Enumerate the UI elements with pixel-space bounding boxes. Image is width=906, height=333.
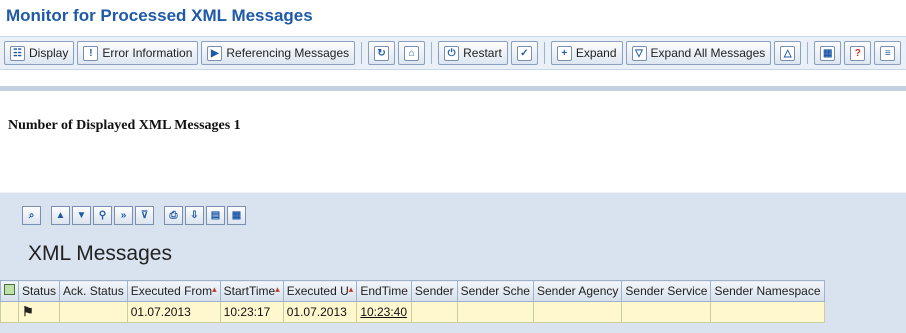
restart-button[interactable]: ⏻ Restart: [438, 41, 508, 65]
spreadsheet-icon[interactable]: ▤: [206, 205, 225, 225]
display-label: Display: [29, 46, 69, 60]
header-divider: [0, 86, 906, 91]
column-header-sender-namespace[interactable]: Sender Namespace: [710, 280, 825, 302]
page-title: Monitor for Processed XML Messages: [6, 6, 313, 25]
checkmark-button[interactable]: ✓: [510, 41, 538, 65]
referencing-messages-button[interactable]: ▶ Referencing Messages: [201, 41, 356, 65]
error-information-button[interactable]: ! Error Information: [77, 41, 199, 65]
message-count-text: Number of Displayed XML Messages 1: [8, 118, 241, 133]
help-button[interactable]: ?: [844, 41, 872, 65]
layout-icon: ▦: [820, 45, 836, 61]
column-label-executed-until: Executed U: [286, 284, 349, 298]
lock-button[interactable]: ⌂: [398, 41, 426, 65]
refresh-icon: ↻: [374, 45, 390, 61]
lock-icon: ⌂: [404, 45, 420, 61]
column-header-sender-service[interactable]: Sender Service: [621, 280, 712, 302]
table-row[interactable]: ⚑ 01.07.2013 10:23:17 01.07.2013 10:23:4…: [0, 301, 825, 323]
expand-label: Expand: [575, 46, 617, 60]
cell-sender-service: [621, 301, 712, 323]
expand-all-button[interactable]: ▽ Expand All Messages: [625, 41, 772, 65]
toolbar-separator: [431, 42, 433, 64]
collapse-button[interactable]: △: [774, 41, 802, 65]
expand-icon: +: [556, 45, 572, 61]
column-header-start-time[interactable]: StartTime▴: [219, 280, 284, 302]
find-icon[interactable]: ⚲: [93, 205, 112, 225]
details-view-icon[interactable]: ⌕: [22, 205, 41, 225]
cell-sender-namespace: [710, 301, 825, 323]
status-flag-icon: ⚑: [22, 304, 34, 319]
cell-ack-status: [59, 301, 128, 323]
row-selector[interactable]: [0, 301, 19, 323]
cell-start-time: 10:23:17: [219, 301, 284, 323]
select-all-icon: [4, 284, 15, 295]
cell-sender-scheme: [456, 301, 534, 323]
grid-title: XML Messages: [28, 242, 172, 265]
collapse-icon: △: [780, 45, 796, 61]
forward-arrows-icon: ▶: [207, 45, 223, 61]
expand-button[interactable]: + Expand: [550, 41, 623, 65]
expand-all-label: Expand All Messages: [650, 46, 766, 60]
expand-all-icon: ▽: [631, 45, 647, 61]
help-icon: ?: [850, 45, 866, 61]
xml-messages-table: Status Ack. Status Executed From▴ StartT…: [0, 280, 825, 323]
sort-marker-icon: ▴: [348, 284, 354, 294]
column-header-ack-status[interactable]: Ack. Status: [59, 280, 128, 302]
toolbar-separator: [543, 42, 545, 64]
main-toolbar: ☷ Display ! Error Information ▶ Referenc…: [0, 36, 906, 70]
grid-toolbar: ⌕ ▲ ▼ ⚲ » ⊽ ⎙ ⇩ ▤ ▦: [22, 204, 246, 226]
print-icon[interactable]: ⎙: [164, 205, 183, 225]
column-header-executed-until[interactable]: Executed U▴: [282, 280, 358, 302]
details-icon: ≡: [880, 45, 896, 61]
sort-marker-icon: ▴: [212, 284, 217, 294]
sort-descending-icon[interactable]: ▼: [72, 205, 91, 225]
find-next-icon[interactable]: »: [114, 205, 133, 225]
restart-icon: ⏻: [444, 45, 460, 61]
cell-sender: [410, 301, 458, 323]
select-all-cell[interactable]: [0, 280, 19, 302]
column-header-sender-agency[interactable]: Sender Agency: [532, 280, 623, 302]
cell-executed-until: 01.07.2013: [282, 301, 358, 323]
checkmark-icon: ✓: [516, 45, 532, 61]
cell-end-time-link[interactable]: 10:23:40: [356, 301, 412, 323]
display-button[interactable]: ☷ Display: [4, 41, 75, 65]
filter-icon[interactable]: ⊽: [135, 205, 154, 225]
details-button[interactable]: ≡: [874, 41, 902, 65]
cell-sender-agency: [532, 301, 623, 323]
column-header-sender[interactable]: Sender: [410, 280, 458, 302]
layout-select-icon[interactable]: ▦: [227, 205, 246, 225]
table-header-row: Status Ack. Status Executed From▴ StartT…: [0, 280, 825, 302]
column-header-sender-scheme[interactable]: Sender Sche: [456, 280, 534, 302]
cell-status: ⚑: [17, 301, 61, 323]
column-header-status[interactable]: Status: [17, 280, 61, 302]
toolbar-separator: [807, 42, 809, 64]
error-info-label: Error Information: [102, 46, 193, 60]
restart-label: Restart: [463, 46, 502, 60]
referencing-label: Referencing Messages: [226, 46, 350, 60]
toolbar-separator: [361, 42, 363, 64]
refresh-button[interactable]: ↻: [368, 41, 396, 65]
cell-executed-from: 01.07.2013: [126, 301, 221, 323]
layout-button[interactable]: ▦: [814, 41, 842, 65]
display-icon: ☷: [10, 45, 25, 61]
export-icon[interactable]: ⇩: [185, 205, 204, 225]
column-header-end-time[interactable]: EndTime: [356, 280, 412, 302]
column-label-executed-from: Executed From: [130, 284, 213, 298]
sort-ascending-icon[interactable]: ▲: [51, 205, 70, 225]
column-header-executed-from[interactable]: Executed From▴: [126, 280, 221, 302]
sort-marker-icon: ▴: [275, 284, 280, 294]
column-label-start-time: StartTime: [223, 284, 276, 298]
error-info-icon: !: [83, 45, 99, 61]
